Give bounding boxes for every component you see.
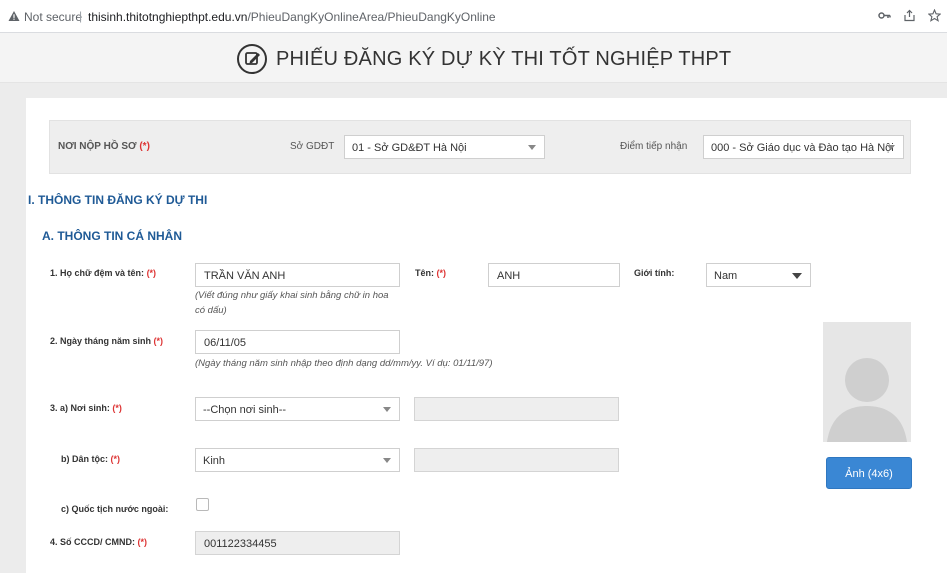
url-text[interactable]: thisinh.thitotnghiepthpt.edu.vn/PhieuDan… [88,10,496,24]
dob-label: 2. Ngày tháng năm sinh (*) [50,336,164,346]
gender-label: Giới tính: [634,268,675,278]
so-gddt-label: Sở GDĐT [290,141,335,152]
birthplace-label: 3. a) Nơi sinh: (*) [50,403,122,413]
chevron-down-icon [887,145,895,150]
section-registration-heading: I. THÔNG TIN ĐĂNG KÝ DỰ THI [28,193,208,207]
address-separator: | [79,9,83,23]
so-gddt-value: 01 - Sở GD&ĐT Hà Nội [352,142,467,154]
address-bar-icons [878,9,941,22]
diem-tiep-nhan-select[interactable]: 000 - Sở Giáo dục và Đào tạo Hà Nội [703,135,904,159]
page-title: PHIẾU ĐĂNG KÝ DỰ KỲ THI TỐT NGHIỆP THPT [276,47,732,70]
fullname-label: 1. Họ chữ đệm và tên: (*) [50,268,157,278]
star-icon[interactable] [928,9,941,22]
ethnicity-detail-input [414,448,619,472]
birthplace-detail-input [414,397,619,421]
foreign-nationality-checkbox[interactable] [196,498,209,511]
fullname-input[interactable]: TRẦN VĂN ANH [195,263,400,287]
page-title-wrap: PHIẾU ĐĂNG KÝ DỰ KỲ THI TỐT NGHIỆP THPT [236,43,731,75]
chevron-down-icon [383,407,391,412]
birthplace-select[interactable]: --Chọn nơi sinh-- [195,397,400,421]
warning-icon [8,11,20,21]
ethnicity-value: Kinh [203,455,226,467]
url-host: thisinh.thitotnghiepthpt.edu.vn [88,10,248,24]
gender-value: Nam [714,270,738,282]
upload-photo-button[interactable]: Ảnh (4x6) [826,457,912,489]
key-icon[interactable] [878,9,891,22]
chevron-down-icon [792,273,802,279]
so-gddt-select[interactable]: 01 - Sở GD&ĐT Hà Nội [344,135,545,159]
address-bar[interactable]: Not secure | thisinh.thitotnghiepthpt.ed… [0,0,947,33]
page-header: PHIẾU ĐĂNG KÝ DỰ KỲ THI TỐT NGHIỆP THPT [0,33,947,83]
dob-hint: (Ngày tháng năm sinh nhập theo định dạng… [195,358,493,369]
dob-input[interactable]: 06/11/05 [195,330,400,354]
not-secure-label: Not secure [24,10,83,24]
given-name-input[interactable]: ANH [488,263,620,287]
fullname-hint: (Viết đúng như giấy khai sinh bằng chữ i… [195,290,389,316]
given-name-label: Tên: (*) [415,268,447,278]
diem-tiep-nhan-label: Điểm tiếp nhận [620,141,688,152]
id-number-input[interactable]: 001122334455 [195,531,400,555]
share-icon[interactable] [903,9,916,22]
id-number-label: 4. Số CCCD/ CMND: (*) [50,537,148,547]
edit-icon [237,44,267,74]
submission-place-label: NƠI NỘP HỒ SƠ (*) [58,141,150,152]
ethnicity-select[interactable]: Kinh [195,448,400,472]
ethnicity-label: b) Dân tộc: (*) [61,454,121,464]
photo-placeholder [823,322,911,442]
gender-select[interactable]: Nam [706,263,811,287]
foreign-nationality-label: c) Quốc tịch nước ngoài: [61,504,169,514]
birthplace-value: --Chọn nơi sinh-- [203,404,287,416]
user-avatar-icon [827,358,907,442]
chevron-down-icon [528,145,536,150]
section-personal-heading: A. THÔNG TIN CÁ NHÂN [42,229,182,243]
diem-tiep-nhan-value: 000 - Sở Giáo dục và Đào tạo Hà Nội [711,142,894,154]
chevron-down-icon [383,458,391,463]
url-path: /PhieuDangKyOnlineArea/PhieuDangKyOnline [247,10,496,24]
